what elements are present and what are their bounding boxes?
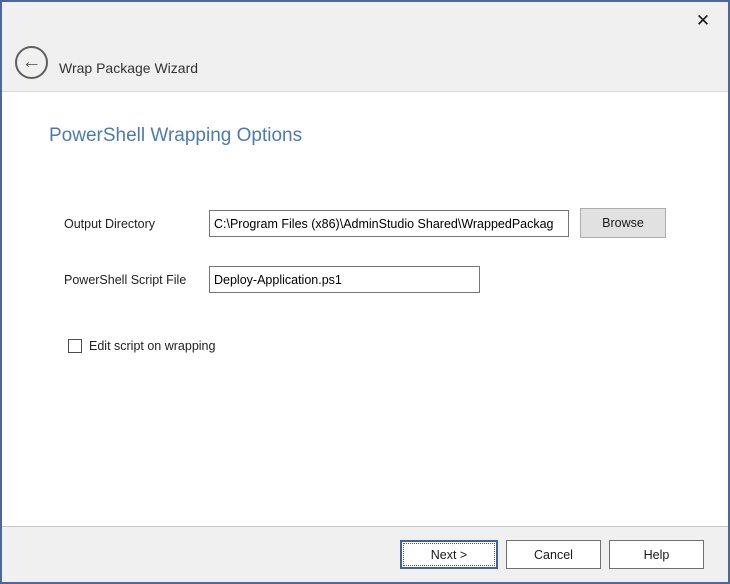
edit-script-checkbox[interactable] bbox=[68, 339, 82, 353]
next-button[interactable]: Next > bbox=[400, 540, 498, 569]
help-button[interactable]: Help bbox=[609, 540, 704, 569]
edit-script-label[interactable]: Edit script on wrapping bbox=[89, 339, 215, 353]
script-file-label: PowerShell Script File bbox=[64, 273, 186, 287]
wizard-header: ✕ ← Wrap Package Wizard bbox=[2, 2, 728, 92]
wizard-window: ✕ ← Wrap Package Wizard PowerShell Wrapp… bbox=[0, 0, 730, 584]
back-button[interactable]: ← bbox=[15, 46, 48, 79]
script-file-input[interactable] bbox=[209, 266, 480, 293]
browse-button[interactable]: Browse bbox=[580, 208, 666, 238]
edit-script-row: Edit script on wrapping bbox=[68, 339, 215, 353]
page-title: PowerShell Wrapping Options bbox=[49, 125, 302, 147]
wizard-footer: Next > Cancel Help bbox=[2, 526, 728, 582]
output-directory-label: Output Directory bbox=[64, 217, 155, 231]
back-arrow-icon: ← bbox=[22, 52, 42, 72]
cancel-button[interactable]: Cancel bbox=[506, 540, 601, 569]
output-directory-input[interactable] bbox=[209, 210, 569, 237]
close-icon[interactable]: ✕ bbox=[686, 6, 720, 36]
wizard-title: Wrap Package Wizard bbox=[59, 60, 198, 76]
